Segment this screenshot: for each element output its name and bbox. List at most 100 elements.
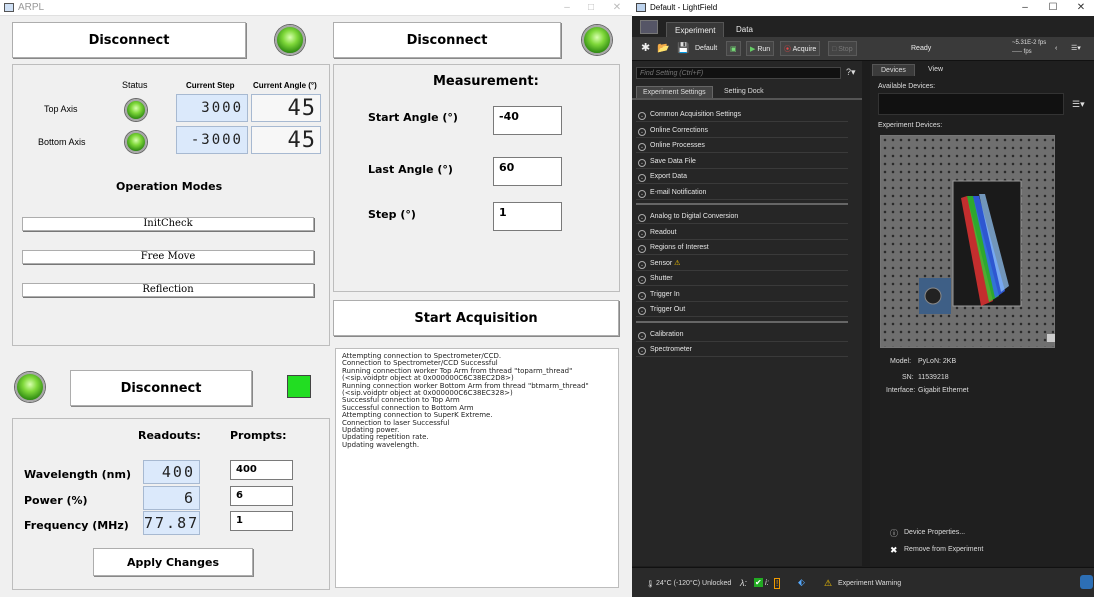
setting-item[interactable]: ⌄ Save Data File (636, 155, 848, 169)
preview-icon[interactable]: ▣ (726, 41, 741, 56)
frequency-readout: 77.87 (143, 511, 200, 535)
find-setting-input[interactable]: Find Setting (Ctrl+F) (636, 67, 841, 79)
last-angle-input[interactable]: 60 (493, 157, 562, 186)
setting-item[interactable]: ⌄ Spectrometer (636, 343, 848, 357)
initcheck-button[interactable]: InitCheck (22, 217, 314, 231)
setting-item[interactable]: ⌄ Export Data (636, 170, 848, 184)
settings-group-separator (636, 203, 848, 205)
free-move-button[interactable]: Free Move (22, 250, 314, 264)
setting-item[interactable]: ⌄ Shutter (636, 272, 848, 286)
chevron-left-icon[interactable]: ‹ (1052, 41, 1060, 56)
start-angle-input[interactable]: -40 (493, 106, 562, 135)
measurement-panel (333, 64, 620, 292)
setting-item[interactable]: ⌄ Online Processes (636, 139, 848, 153)
start-acquisition-button[interactable]: Start Acquisition (333, 300, 619, 336)
interface-value: Gigabit Ethernet (918, 387, 969, 394)
measurement-title: Measurement: (433, 74, 539, 89)
acquire-button[interactable]: ⦿ Acquire (780, 41, 821, 56)
bottom-axis-angle-readout: 45 (251, 126, 321, 154)
setting-label: Trigger In (650, 290, 680, 298)
stop-button[interactable]: □ Stop (828, 41, 857, 56)
setting-label: Shutter (650, 275, 673, 282)
device-properties-link[interactable]: Device Properties... (904, 529, 965, 536)
chevron-down-icon: ⌄ (638, 112, 646, 120)
setting-label: Common Acquisition Settings (650, 111, 742, 118)
bottom-axis-status-led (125, 131, 147, 153)
apply-changes-button[interactable]: Apply Changes (93, 548, 253, 576)
available-devices-list[interactable] (878, 93, 1064, 115)
run-button[interactable]: ▶ Run (746, 41, 775, 56)
tab-devices[interactable]: Devices (872, 64, 915, 76)
app-menu-icon[interactable] (640, 20, 658, 34)
rate-readout-1: ~5.31E-2 fps (1012, 40, 1047, 46)
setting-item[interactable]: ⌄ E-mail Notification (636, 186, 848, 200)
step-input[interactable]: 1 (493, 202, 562, 231)
setting-item[interactable]: ⌄ Online Corrections (636, 124, 848, 138)
chevron-down-icon: ⌄ (638, 307, 646, 315)
save-icon[interactable]: 💾 (674, 41, 692, 56)
lf-minimize-button[interactable]: – (1012, 0, 1038, 16)
tab-view[interactable]: View (920, 64, 951, 76)
reflection-button[interactable]: Reflection (22, 283, 314, 297)
setting-label: Export Data (650, 173, 687, 180)
spectrometer-disconnect-button[interactable]: Disconnect (333, 22, 561, 58)
setting-item[interactable]: ⌄ Trigger Out (636, 303, 848, 317)
temperature-status[interactable]: 24°C (-120°C) Unlocked (656, 580, 731, 587)
experiment-devices-label: Experiment Devices: (878, 122, 943, 129)
motors-disconnect-button[interactable]: Disconnect (12, 22, 246, 58)
bottom-axis-step-readout: -3000 (176, 126, 248, 154)
minimize-button[interactable]: – (556, 0, 578, 16)
notification-icon[interactable] (1080, 575, 1093, 589)
tab-experiment-settings[interactable]: Experiment Settings (636, 86, 713, 98)
hamburger-menu-icon[interactable]: ☰▾ (1068, 41, 1084, 56)
open-folder-icon[interactable]: 📂 (654, 41, 672, 56)
setting-label: E-mail Notification (650, 188, 707, 196)
wavelength-readout: 400 (143, 460, 200, 484)
setting-item[interactable]: ⌄ Analog to Digital Conversion (636, 210, 848, 224)
remove-from-experiment-link[interactable]: Remove from Experiment (904, 546, 983, 553)
available-devices-label: Available Devices: (878, 83, 936, 90)
lf-close-button[interactable]: ✕ (1068, 0, 1094, 16)
tab-setting-dock[interactable]: Setting Dock (718, 86, 770, 98)
lightfield-window-title: Default - LightField (650, 3, 718, 12)
chevron-down-icon: ⌄ (638, 214, 646, 222)
setting-label: Calibration (650, 330, 684, 338)
setting-item[interactable]: ⌄ Readout (636, 226, 848, 240)
setting-label: Online Corrections (650, 126, 708, 134)
spectrometer-graphic (919, 180, 1055, 342)
current-step-header: Current Step (186, 81, 235, 90)
setting-item[interactable]: ⌄ Common Acquisition Settings (636, 108, 848, 122)
experiment-warning[interactable]: Experiment Warning (838, 580, 901, 587)
setting-label: Analog to Digital Conversion (650, 213, 739, 220)
chevron-down-icon: ⌄ (638, 245, 646, 253)
experiment-name: Default (695, 45, 718, 52)
laser-status-led (15, 372, 45, 402)
arpl-window: ARPL – □ ✕ Disconnect Status Current Ste… (0, 0, 632, 597)
setting-item[interactable]: ⌄ Trigger In (636, 288, 848, 302)
setting-label: Readout (650, 228, 677, 236)
rate-readout-2: ----- fps (1012, 49, 1032, 55)
chevron-down-icon: ⌄ (638, 229, 646, 238)
lf-maximize-button[interactable]: ☐ (1040, 0, 1066, 16)
run-label: Run (757, 46, 771, 53)
help-icon[interactable]: ?▾ (846, 67, 856, 78)
wavelength-input[interactable]: 400 (230, 460, 293, 480)
setting-item[interactable]: ⌄ Calibration (636, 328, 848, 342)
setting-item[interactable]: ⌄ Sensor ⚠ (636, 257, 848, 271)
laser-disconnect-button[interactable]: Disconnect (70, 370, 252, 406)
devices-menu-icon[interactable]: ☰▾ (1072, 99, 1085, 110)
power-readout: 6 (143, 486, 200, 510)
tab-experiment[interactable]: Experiment (666, 22, 725, 37)
arpl-titlebar: ARPL – □ ✕ (0, 0, 632, 16)
last-angle-label: Last Angle (°) (368, 163, 453, 176)
close-button[interactable]: ✕ (606, 0, 628, 16)
i-icon: i: (765, 578, 769, 587)
power-input[interactable]: 6 (230, 486, 293, 506)
lambda-label: λ: (740, 578, 747, 588)
spectrometer-device-image[interactable] (880, 135, 1055, 348)
frequency-input[interactable]: 1 (230, 511, 293, 531)
maximize-button[interactable]: □ (580, 0, 602, 16)
new-experiment-icon[interactable]: ✱ (638, 41, 653, 56)
setting-item[interactable]: ⌄ Regions of Interest (636, 241, 848, 255)
tab-data[interactable]: Data (728, 22, 761, 37)
